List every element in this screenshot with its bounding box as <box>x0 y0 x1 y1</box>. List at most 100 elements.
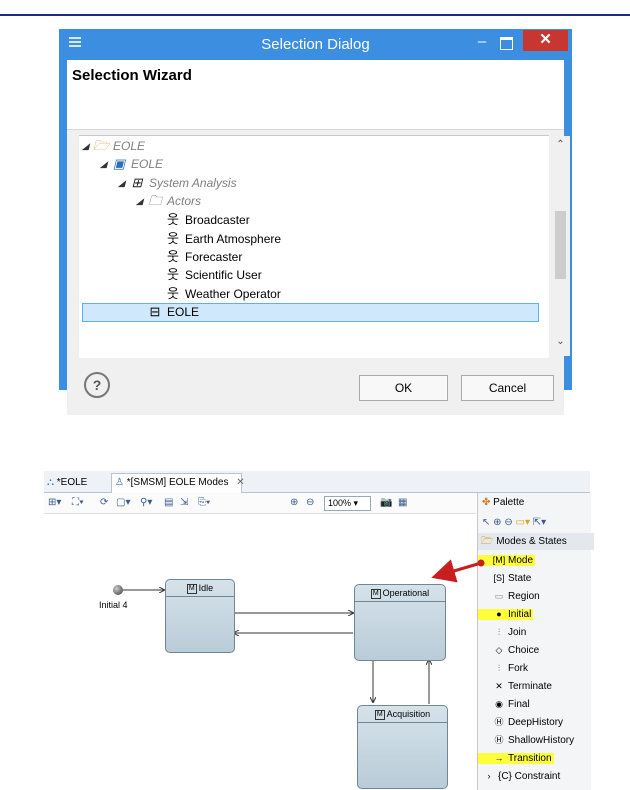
actor-icon: 웃 <box>167 249 179 264</box>
tree-item-actor[interactable]: 웃 Earth Atmosphere <box>164 230 281 248</box>
filter-icon[interactable]: ⚲▾ <box>140 496 152 510</box>
shallow-history-icon: Ⓗ <box>494 735 504 745</box>
tree-item-actors[interactable]: ◢ 🗀 Actors <box>136 192 201 210</box>
tree-item-actor[interactable]: 웃 Forecaster <box>164 248 242 266</box>
palette-item-constraint[interactable]: › {C} Constraint <box>478 768 591 784</box>
scroll-up-arrow-icon[interactable]: ⌃ <box>551 139 570 150</box>
palette-item-choice[interactable]: ◇ Choice <box>478 642 591 658</box>
zoom-select[interactable]: 100% ▾ <box>324 496 371 511</box>
minimize-button[interactable]: – <box>471 33 493 53</box>
mode-marker-icon: M <box>374 709 385 720</box>
palette-tools: ↖ ⊕ ⊖ ▭▾ ⇱▾ <box>478 514 595 532</box>
state-icon: [S] <box>493 573 505 583</box>
palette-item-state[interactable]: [S] State <box>478 570 591 586</box>
choice-icon: ◇ <box>495 645 503 655</box>
tree-item-actor[interactable]: 웃 Broadcaster <box>164 211 250 229</box>
shape-icon[interactable]: ▢▾ <box>116 496 130 510</box>
actor-icon: 웃 <box>167 267 179 282</box>
zoom-out-tool-icon[interactable]: ⊖ <box>504 517 512 528</box>
refresh-icon[interactable]: ⟳ <box>100 496 108 510</box>
wizard-header: Selection Wizard <box>67 60 564 130</box>
properties-icon[interactable]: ▦ <box>398 496 407 510</box>
constraint-icon: › <box>487 771 491 781</box>
selection-dialog: Selection Dialog – ✕ Selection Wizard ◢ 🗁… <box>59 29 572 415</box>
tab-eole[interactable]: ⛬ *EOLE <box>44 474 107 491</box>
palette-item-mode[interactable]: [M] Mode <box>478 552 591 568</box>
expand-triangle-icon[interactable]: ◢ <box>100 155 110 173</box>
wizard-title: Selection Wizard <box>72 67 192 84</box>
palette-panel: ✤ Palette ↖ ⊕ ⊖ ▭▾ ⇱▾ 🗁 Modes & States [… <box>477 493 594 790</box>
palette-header: ✤ Palette <box>482 497 525 508</box>
fork-icon: ⫶ <box>497 663 501 673</box>
mode-marker-icon: M <box>186 583 197 594</box>
scroll-down-arrow-icon[interactable]: ⌄ <box>551 336 570 347</box>
palette-item-fork[interactable]: ⫶ Fork <box>478 660 591 676</box>
tree-item-eole-model[interactable]: ◢ ▣ EOLE <box>100 155 163 173</box>
tree-item-eole-root[interactable]: ◢ 🗁 EOLE <box>82 137 145 155</box>
diagram-tab-icon: ⛬ <box>47 477 54 488</box>
zoom-in-tool-icon[interactable]: ⊕ <box>493 517 501 528</box>
system-analysis-icon: ⊞ <box>131 175 143 190</box>
palette-item-initial[interactable]: ● Initial <box>478 606 591 622</box>
palette-item-transition[interactable]: → Transition <box>478 750 591 766</box>
ok-button[interactable]: OK <box>359 375 448 401</box>
maximize-button[interactable] <box>500 37 513 50</box>
tree-item-actor[interactable]: 웃 Scientific User <box>164 266 262 284</box>
expand-triangle-icon[interactable]: ◢ <box>118 174 128 192</box>
scroll-thumb[interactable] <box>555 211 566 279</box>
dialog-title: Selection Dialog <box>261 36 370 53</box>
open-folder-icon: 🗁 <box>481 536 494 547</box>
join-icon: ⫶ <box>497 627 501 637</box>
state-acquisition[interactable]: M Acquisition <box>357 705 448 789</box>
modes-states-drawer[interactable]: 🗁 Modes & States <box>478 533 594 550</box>
mode-marker-icon: M <box>370 588 381 599</box>
help-icon[interactable]: ? <box>84 372 110 398</box>
terminate-icon: ✕ <box>495 681 503 691</box>
diagram-canvas[interactable]: Initial 4 M Idle M Operational M Acquisitio… <box>44 514 476 790</box>
palette-item-region[interactable]: ▭ Region <box>478 588 591 604</box>
copy-format-icon[interactable]: ⎘▾ <box>198 496 210 510</box>
select-all-icon[interactable]: ⛶▾ <box>72 496 84 510</box>
expand-triangle-icon[interactable]: ◢ <box>82 137 92 155</box>
arrange-icon[interactable]: ⊞▾ <box>48 496 61 510</box>
top-border-line <box>0 14 630 16</box>
layer-icon[interactable]: ▤ <box>164 496 173 510</box>
dialog-title-bar[interactable]: Selection Dialog – ✕ <box>59 29 572 59</box>
dialog-footer: ? OK Cancel <box>67 358 564 415</box>
tree-scrollbar[interactable]: ⌃ ⌄ <box>551 136 570 356</box>
link-tool-icon[interactable]: ⇱▾ <box>533 517 546 528</box>
close-button[interactable]: ✕ <box>523 30 568 51</box>
initial-pseudostate[interactable] <box>113 585 123 595</box>
transition-icon: → <box>494 753 504 763</box>
note-tool-icon[interactable]: ▭▾ <box>516 517 530 528</box>
dialog-body: Selection Wizard ◢ 🗁 EOLE ◢ ▣ EOLE ◢ ⊞ System … <box>67 60 570 415</box>
expand-triangle-icon[interactable]: ◢ <box>136 192 146 210</box>
zoom-out-icon[interactable]: ⊖ <box>306 496 314 510</box>
zoom-in-icon[interactable]: ⊕ <box>290 496 298 510</box>
tab-eole-modes[interactable]: ♙ *[SMSM] EOLE Modes ✕ <box>111 473 245 493</box>
tree-item-system-analysis[interactable]: ◢ ⊞ System Analysis <box>118 174 237 192</box>
state-operational[interactable]: M Operational <box>354 584 446 661</box>
tab-close-icon[interactable]: ✕ <box>236 474 244 491</box>
project-folder-icon: 🗁 <box>92 138 110 153</box>
palette-item-join[interactable]: ⫶ Join <box>478 624 591 640</box>
cancel-button[interactable]: Cancel <box>461 375 554 401</box>
diagram-editor: ⛬ *EOLE ♙ *[SMSM] EOLE Modes ✕ ⊞▾ ⛶▾ ⟳ ▢… <box>44 471 594 790</box>
palette-item-deephistory[interactable]: Ⓗ DeepHistory <box>478 714 591 730</box>
palette-item-terminate[interactable]: ✕ Terminate <box>478 678 591 694</box>
actor-icon: 웃 <box>167 286 179 301</box>
palette-icon: ✤ <box>482 497 491 508</box>
selection-tree[interactable]: ◢ 🗁 EOLE ◢ ▣ EOLE ◢ ⊞ System Analysis ◢ 🗀 Actors… <box>79 135 570 358</box>
export-icon[interactable]: ⇲ <box>180 496 188 510</box>
tree-area: ◢ 🗁 EOLE ◢ ▣ EOLE ◢ ⊞ System Analysis ◢ 🗀 Actors… <box>67 130 570 358</box>
palette-item-final[interactable]: ◉ Final <box>478 696 591 712</box>
tree-item-eole-selected[interactable]: ⊟ EOLE <box>146 303 199 321</box>
tree-item-actor[interactable]: 웃 Weather Operator <box>164 285 281 303</box>
state-machine-tab-icon: ♙ <box>115 477 124 488</box>
select-tool-icon[interactable]: ↖ <box>482 517 490 528</box>
editor-tabs: ⛬ *EOLE ♙ *[SMSM] EOLE Modes ✕ <box>44 471 590 493</box>
state-idle[interactable]: M Idle <box>165 579 235 653</box>
actor-icon: 웃 <box>167 212 179 227</box>
palette-item-shallowhistory[interactable]: Ⓗ ShallowHistory <box>478 732 591 748</box>
camera-icon[interactable]: 📷 <box>380 496 392 510</box>
